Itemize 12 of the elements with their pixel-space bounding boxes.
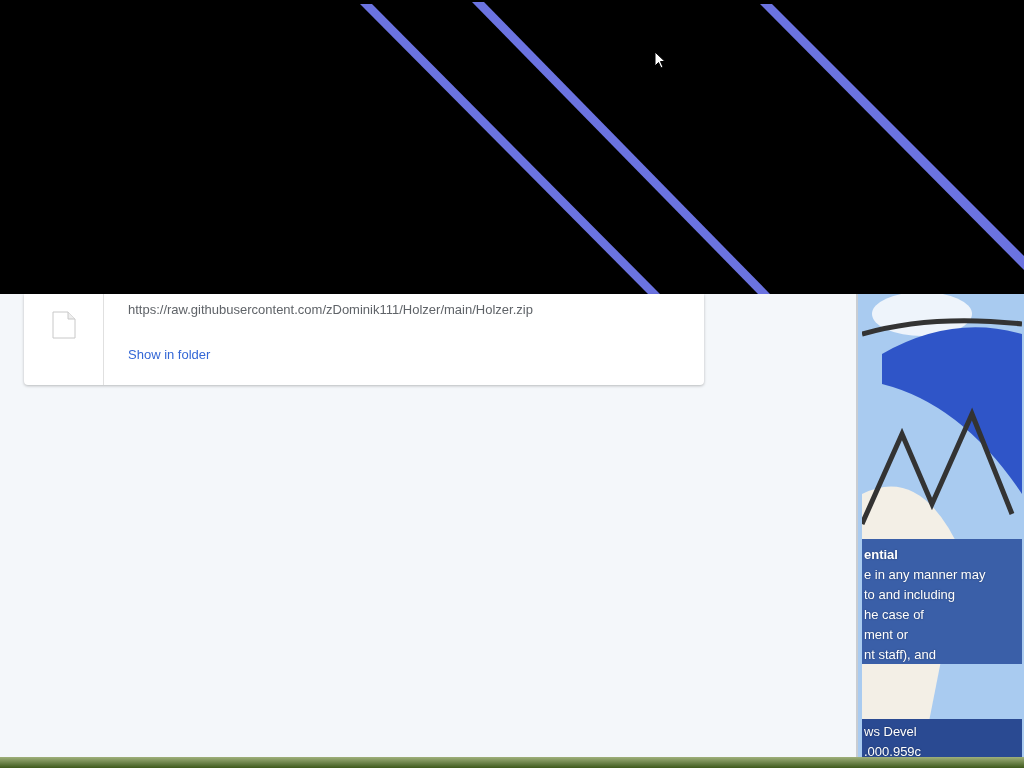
desktop-text: he case of [864,606,925,624]
download-url: https://raw.githubusercontent.com/zDominik111/Holzer/main/Holzer.zip [128,302,533,318]
cursor-icon [654,51,666,69]
desktop-text: ment or [864,626,910,644]
show-in-folder-link[interactable]: Show in folder [128,347,211,363]
desktop-text: ential [864,546,899,564]
desktop-text: ws Devel [864,723,918,741]
file-icon [51,311,76,339]
desktop-text: .000.959c [864,743,923,757]
desktop-text: nt staff), and [864,646,938,664]
desktop-text: e in any manner may [864,566,986,584]
desktop-text: to and including [864,586,957,604]
